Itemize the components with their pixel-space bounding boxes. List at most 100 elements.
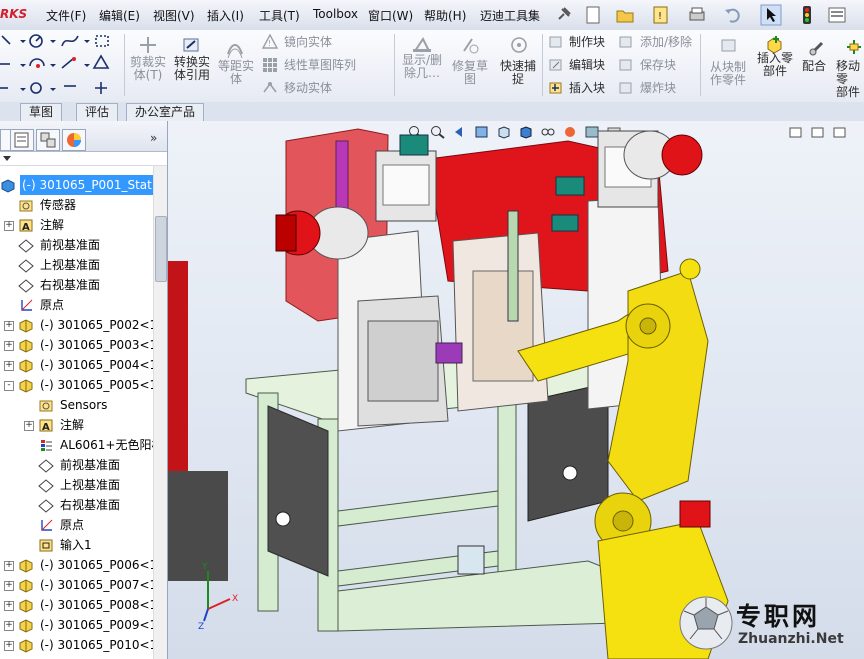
tree-item[interactable]: + (-) 301065_P002<1: [0,315,161,335]
edit-block-button[interactable]: 编辑块 [569,59,605,72]
explode-block-button[interactable]: 爆炸块 [640,82,676,95]
graphics-viewport[interactable]: Y X Z 专职网 Zhuanzhi.Net [168,121,864,659]
convert-entities-button[interactable]: 转换实 体引用 [172,56,212,82]
save-block-button[interactable]: 保存块 [640,59,676,72]
tree-item-label: (-) 301065_P006<1: [40,558,162,572]
tree-expand-toggle[interactable]: + [4,321,14,331]
tree-expand-toggle[interactable]: + [4,361,14,371]
menu-toolbox[interactable]: Toolbox [313,7,358,21]
tree-expand-toggle[interactable]: + [4,601,14,611]
origin-icon [41,519,53,531]
menu-insert[interactable]: 插入(I) [207,7,244,24]
tree-item[interactable]: + (-) 301065_P009<1: [0,615,161,635]
tree-expand-toggle[interactable]: + [4,341,14,351]
menu-edit[interactable]: 编辑(E) [99,7,140,24]
site-watermark: 专职网 Zhuanzhi.Net [678,595,858,655]
svg-text:Z: Z [198,622,204,632]
select-pointer-icon[interactable] [760,4,782,26]
tree-item[interactable]: 原点 [0,515,155,535]
insert-block-button[interactable]: 插入块 [569,82,605,95]
options-icon[interactable] [826,4,848,26]
quick-snaps-button[interactable]: 快速捕 捉 [498,60,538,86]
tree-scrollbar-thumb[interactable] [155,216,167,282]
file-properties-icon[interactable]: ! [650,4,672,26]
tree-expand-toggle[interactable]: - [4,381,14,391]
menu-tools[interactable]: 工具(T) [259,7,300,24]
tree-item[interactable]: 上视基准面 [0,475,155,495]
traffic-light-icon[interactable] [796,4,818,26]
tree-expand-toggle[interactable]: + [24,421,34,431]
make-block-button[interactable]: 制作块 [569,36,605,49]
tree-item[interactable]: 前视基准面 [0,235,155,255]
tree-expand-toggle[interactable]: + [4,621,14,631]
offset-entities-icon [227,44,243,59]
tree-item[interactable]: + (-) 301065_P004<1: [0,355,161,375]
tree-item[interactable]: AL6061+无色阳极 [0,435,164,455]
configuration-manager-icon[interactable] [36,129,60,151]
feature-manager-panel: » (-) 301065_P001_Statio 传感器 + A 注解 前视基准面 上视基… [0,121,168,659]
property-manager-icon[interactable] [10,129,34,151]
linear-sketch-pattern-button[interactable]: 线性草图阵列 [284,59,356,72]
sketch-tools-icon-grid[interactable] [0,32,122,100]
expand-panel-chevron-icon[interactable]: » [150,131,157,145]
mate-button[interactable]: 配合 [802,60,826,73]
assembly-icon [19,619,33,633]
tree-item-label: (-) 301065_P008<1: [40,598,162,612]
repair-sketch-button[interactable]: 修复草 图 [450,60,490,86]
trim-entities-button[interactable]: 剪裁实 体(T) [128,56,168,82]
new-document-icon[interactable] [582,4,604,26]
tab-sketch[interactable]: 草图 [20,103,63,121]
tree-item[interactable]: + (-) 301065_P003<1: [0,335,161,355]
tree-item[interactable]: + (-) 301065_P010<1: [0,635,161,655]
make-part-from-block-button[interactable]: 从块制 作零件 [706,61,750,87]
menu-file[interactable]: 文件(F) [46,7,86,24]
tree-expand-toggle[interactable]: + [4,581,14,591]
tree-filter-row [0,151,167,166]
tree-item[interactable]: 右视基准面 [0,275,155,295]
filter-arrow-icon[interactable] [3,154,11,162]
undo-icon[interactable] [722,4,744,26]
tree-expand-toggle[interactable]: + [4,641,14,651]
tab-office-products[interactable]: 办公室产品 [126,103,205,121]
mirror-icon: ! [262,34,278,49]
move-component-button[interactable]: 移动零 部件 [836,60,864,99]
tree-expand-toggle[interactable]: + [4,221,14,231]
tree-item[interactable]: 原点 [0,295,155,315]
insert-components-button[interactable]: 插入零 部件 [754,52,796,78]
tree-item-label: 传感器 [40,198,77,212]
tree-item[interactable]: + A 注解 [0,415,155,435]
tree-item[interactable]: 输入1 [0,535,155,555]
display-delete-relations-button[interactable]: 显示/删 除几… [399,54,445,80]
tab-evaluate[interactable]: 评估 [76,103,119,121]
dark-component-left [168,471,228,581]
assembly-3d-model[interactable]: Y X Z [168,121,864,659]
tree-item[interactable]: Sensors [0,395,155,415]
open-folder-icon[interactable] [614,4,636,26]
move-entities-button[interactable]: 移动实体 [284,82,332,95]
tree-item[interactable]: 右视基准面 [0,495,155,515]
pin-icon[interactable] [552,4,574,26]
tree-item-label: AL6061+无色阳极 [60,438,164,452]
menu-help[interactable]: 帮助(H) [424,7,466,24]
tree-item[interactable]: 上视基准面 [0,255,155,275]
display-manager-icon[interactable] [62,129,86,151]
tree-item[interactable]: + (-) 301065_P007<1: [0,575,161,595]
tree-scrollbar[interactable] [153,166,167,659]
menu-view[interactable]: 视图(V) [153,7,195,24]
tree-item[interactable]: 传感器 [0,195,155,215]
tree-item[interactable]: 前视基准面 [0,455,155,475]
menu-window[interactable]: 窗口(W) [368,7,413,24]
edit-block-icon [549,59,562,71]
tree-item[interactable]: + (-) 301065_P008<1: [0,595,161,615]
tree-item[interactable]: - (-) 301065_P005<1: [0,375,161,395]
offset-entities-button[interactable]: 等距实 体 [216,60,256,86]
tree-expand-toggle[interactable]: + [4,561,14,571]
print-icon[interactable] [686,4,708,26]
menu-maidi-tools[interactable]: 迈迪工具集 [480,7,540,24]
tree-item[interactable]: + (-) 301065_P006<1: [0,555,161,575]
mirror-entities-button[interactable]: 镜向实体 [284,36,332,49]
tree-item[interactable]: + A 注解 [0,215,155,235]
add-remove-button[interactable]: 添加/移除 [640,36,692,49]
assembly-icon [19,579,33,593]
tree-root-assembly[interactable]: (-) 301065_P001_Statio [0,175,165,195]
